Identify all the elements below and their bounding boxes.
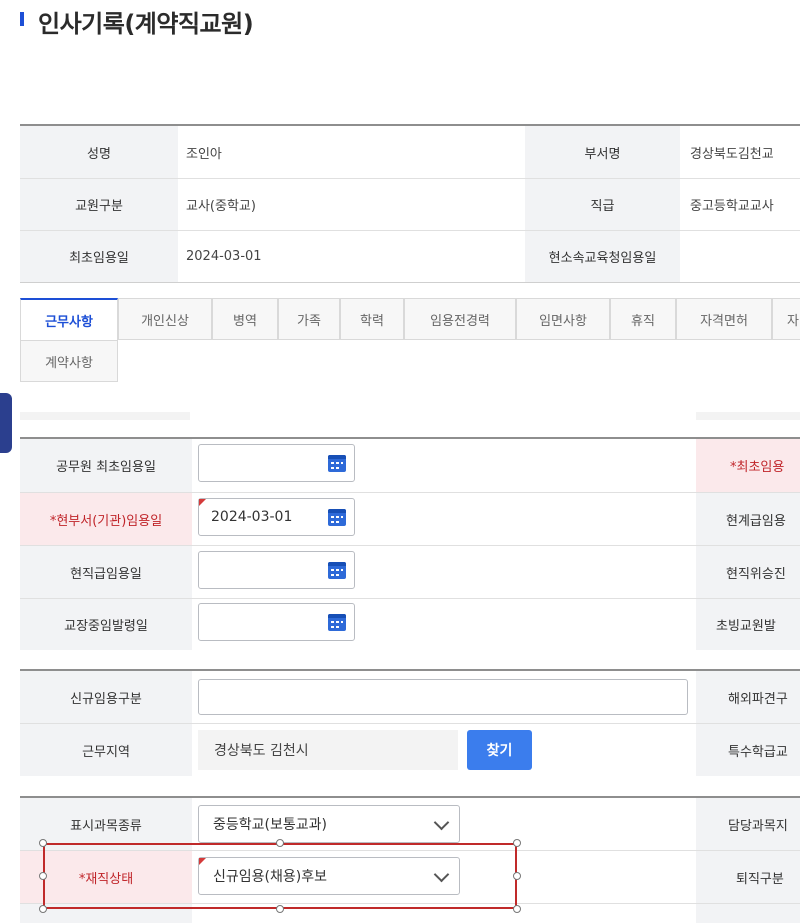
resize-handle[interactable] xyxy=(276,839,284,847)
summary-bottom-border xyxy=(20,282,800,283)
resize-handle[interactable] xyxy=(513,839,521,847)
side-panel-toggle[interactable] xyxy=(0,393,12,453)
new-appoint-type-label: 신규임용구분 xyxy=(20,671,192,723)
office-date-value xyxy=(690,231,800,282)
tab-leave[interactable]: 휴직 xyxy=(610,298,676,340)
calendar-icon[interactable] xyxy=(328,509,346,526)
principal-date-input[interactable] xyxy=(198,603,355,641)
subject-type-value: 중등학교(보통교과) xyxy=(213,817,327,833)
tab-more[interactable]: 자 xyxy=(772,298,800,340)
work-region-value: 경상북도 김천시 xyxy=(198,730,458,770)
tab-license[interactable]: 자격면허 xyxy=(676,298,772,340)
tab-content-spacer-gap xyxy=(190,412,696,420)
required-marker xyxy=(199,499,206,506)
special-class-right-label: 특수학급교 xyxy=(696,724,800,776)
chevron-down-icon xyxy=(433,814,450,831)
tab-family[interactable]: 가족 xyxy=(278,298,340,340)
dept-appoint-date-input[interactable]: 2024-03-01 xyxy=(198,498,355,536)
dept-appoint-date-label-text: *현부서(기관)임용일 xyxy=(49,513,163,529)
first-date-value: 2024-03-01 xyxy=(186,249,262,264)
grade-value: 중고등학교교사 xyxy=(690,199,774,214)
overseas-right-label: 해외파견구 xyxy=(696,671,800,723)
resize-handle[interactable] xyxy=(513,905,521,913)
subject-type-select[interactable]: 중등학교(보통교과) xyxy=(198,805,460,843)
resize-handle[interactable] xyxy=(276,905,284,913)
invited-teacher-right-label: 초빙교원발 xyxy=(696,599,800,650)
rank-appoint-right-label: 현계급임용 xyxy=(696,493,800,545)
principal-date-label: 교장중임발령일 xyxy=(20,599,192,650)
first-appoint-right-label-text: *최초임용 xyxy=(730,460,785,475)
name-value: 조인아 xyxy=(186,146,222,162)
resize-handle[interactable] xyxy=(39,872,47,880)
resize-handle[interactable] xyxy=(513,872,521,880)
work-region-label: 근무지역 xyxy=(20,724,192,776)
grade-appoint-date-label: 현직급임용일 xyxy=(20,546,192,598)
calendar-icon[interactable] xyxy=(328,562,346,579)
tab-prior-career[interactable]: 임용전경력 xyxy=(404,298,516,340)
dept-label: 부서명 xyxy=(525,126,680,178)
resize-handle[interactable] xyxy=(39,905,47,913)
dept-value: 경상북도김천교 xyxy=(690,146,774,162)
grade-appoint-date-input[interactable] xyxy=(198,551,355,589)
civil-first-date-label: 공무원 최초임용일 xyxy=(20,439,192,492)
find-button[interactable]: 찾기 xyxy=(467,730,532,770)
tab-education[interactable]: 학력 xyxy=(340,298,404,340)
resize-handle[interactable] xyxy=(39,839,47,847)
next-row-right-label xyxy=(696,904,800,923)
type-value: 교사(중학교) xyxy=(186,199,256,214)
tab-personal[interactable]: 개인신상 xyxy=(118,298,212,340)
type-label: 교원구분 xyxy=(20,179,178,230)
title-marker xyxy=(20,12,24,26)
new-appoint-type-input[interactable] xyxy=(198,679,688,715)
first-appoint-right-label: *최초임용 xyxy=(696,439,800,492)
position-promo-right-label: 현직위승진 xyxy=(696,546,800,598)
retire-type-right-label: 퇴직구분 xyxy=(696,851,800,903)
selection-frame xyxy=(43,843,517,909)
calendar-icon[interactable] xyxy=(328,455,346,472)
office-date-label: 현소속교육청임용일 xyxy=(525,231,680,282)
tab-military[interactable]: 병역 xyxy=(212,298,278,340)
calendar-icon[interactable] xyxy=(328,614,346,631)
civil-first-date-input[interactable] xyxy=(198,444,355,482)
dept-appoint-date-label: *현부서(기관)임용일 xyxy=(20,493,192,545)
subject-right-label: 담당과목지 xyxy=(696,798,800,850)
tab-work[interactable]: 근무사항 xyxy=(20,298,118,340)
name-label: 성명 xyxy=(20,126,178,178)
tab-contract[interactable]: 계약사항 xyxy=(20,340,118,382)
tab-appointment[interactable]: 임면사항 xyxy=(516,298,610,340)
grade-label: 직급 xyxy=(525,179,680,230)
page-title: 인사기록(계약직교원) xyxy=(38,10,254,38)
first-date-label: 최초임용일 xyxy=(20,231,178,282)
dept-appoint-date-value: 2024-03-01 xyxy=(211,509,293,525)
